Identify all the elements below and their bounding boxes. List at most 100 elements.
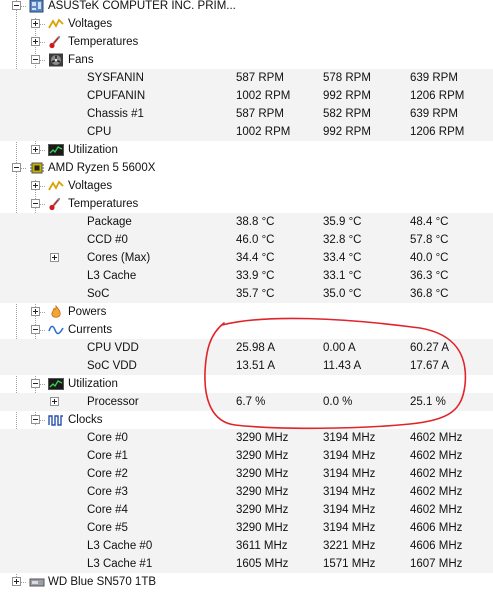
current-icon	[48, 323, 64, 337]
utilization-icon	[48, 377, 64, 391]
node-label: Utilization	[68, 378, 118, 390]
tree-node-amd-ryzen-5-5600x[interactable]: AMD Ryzen 5 5600X	[0, 159, 493, 177]
current-value: 25.98 A	[236, 342, 276, 354]
expand-icon[interactable]	[31, 307, 40, 316]
node-label: Powers	[68, 306, 107, 318]
max-value: 4606 MHz	[410, 522, 463, 534]
sensor-row-cpu[interactable]: CPU 1002 RPM 992 RPM 1206 RPM	[0, 123, 493, 141]
max-value: 639 RPM	[410, 72, 458, 84]
max-value: 25.1 %	[410, 396, 446, 408]
tree-node-temperatures[interactable]: Temperatures	[0, 33, 493, 51]
min-value: 578 RPM	[323, 72, 371, 84]
power-icon	[48, 304, 64, 319]
collapse-icon[interactable]	[31, 325, 40, 334]
tree-node-utilization[interactable]: Utilization	[0, 375, 493, 393]
current-value: 587 RPM	[236, 108, 284, 120]
tree-node-powers[interactable]: Powers	[0, 303, 493, 321]
collapse-icon[interactable]	[12, 1, 21, 10]
tree-node-fans[interactable]: Fans	[0, 51, 493, 69]
sensor-row-core-1[interactable]: Core #1 3290 MHz 3194 MHz 4602 MHz	[0, 447, 493, 465]
min-value: 3194 MHz	[323, 432, 376, 444]
max-value: 4602 MHz	[410, 468, 463, 480]
collapse-icon[interactable]	[31, 199, 40, 208]
utilization-icon	[48, 143, 64, 157]
sensor-row-core-5[interactable]: Core #5 3290 MHz 3194 MHz 4606 MHz	[0, 519, 493, 537]
collapse-icon[interactable]	[12, 163, 21, 172]
sensor-row-core-4[interactable]: Core #4 3290 MHz 3194 MHz 4602 MHz	[0, 501, 493, 519]
expand-icon[interactable]	[31, 181, 40, 190]
current-value: 35.7 °C	[236, 288, 275, 300]
max-value: 36.8 °C	[410, 288, 449, 300]
min-value: 3194 MHz	[323, 522, 376, 534]
sensor-row-processor[interactable]: Processor 6.7 % 0.0 % 25.1 %	[0, 393, 493, 411]
max-value: 4602 MHz	[410, 486, 463, 498]
tree-node-asustek-computer-inc-prim[interactable]: ASUSTeK COMPUTER INC. PRIM...	[0, 0, 493, 15]
max-value: 4602 MHz	[410, 450, 463, 462]
collapse-icon[interactable]	[31, 415, 40, 424]
node-label: Cores (Max)	[87, 252, 151, 264]
sensor-row-core-0[interactable]: Core #0 3290 MHz 3194 MHz 4602 MHz	[0, 429, 493, 447]
min-value: 3194 MHz	[323, 504, 376, 516]
clock-icon	[48, 413, 64, 427]
min-value: 3194 MHz	[323, 450, 376, 462]
current-value: 33.9 °C	[236, 270, 275, 282]
fan-icon	[48, 53, 64, 67]
sensor-row-l3-cache-0[interactable]: L3 Cache #0 3611 MHz 3221 MHz 4606 MHz	[0, 537, 493, 555]
sensor-row-l3-cache[interactable]: L3 Cache 33.9 °C 33.1 °C 36.3 °C	[0, 267, 493, 285]
sensor-row-ccd-0[interactable]: CCD #0 46.0 °C 32.8 °C 57.8 °C	[0, 231, 493, 249]
min-value: 32.8 °C	[323, 234, 362, 246]
node-label: Core #0	[87, 432, 128, 444]
node-label: L3 Cache #1	[87, 558, 153, 570]
node-label: Core #4	[87, 504, 128, 516]
current-value: 3290 MHz	[236, 522, 289, 534]
sensor-row-soc[interactable]: SoC 35.7 °C 35.0 °C 36.8 °C	[0, 285, 493, 303]
tree-node-clocks[interactable]: Clocks	[0, 411, 493, 429]
sensor-row-core-3[interactable]: Core #3 3290 MHz 3194 MHz 4602 MHz	[0, 483, 493, 501]
expand-icon[interactable]	[50, 253, 59, 262]
tree-node-utilization[interactable]: Utilization	[0, 141, 493, 159]
collapse-icon[interactable]	[31, 379, 40, 388]
node-label: Clocks	[68, 414, 103, 426]
current-value: 46.0 °C	[236, 234, 275, 246]
min-value: 992 RPM	[323, 90, 371, 102]
node-label: Fans	[68, 54, 94, 66]
expand-icon[interactable]	[31, 145, 40, 154]
collapse-icon[interactable]	[31, 55, 40, 64]
tree-node-temperatures[interactable]: Temperatures	[0, 195, 493, 213]
sensor-row-l3-cache-1[interactable]: L3 Cache #1 1605 MHz 1571 MHz 1607 MHz	[0, 555, 493, 573]
max-value: 4602 MHz	[410, 432, 463, 444]
tree-node-voltages[interactable]: Voltages	[0, 15, 493, 33]
max-value: 639 RPM	[410, 108, 458, 120]
sensor-row-chassis-1[interactable]: Chassis #1 587 RPM 582 RPM 639 RPM	[0, 105, 493, 123]
node-label: AMD Ryzen 5 5600X	[48, 162, 156, 174]
thermometer-icon	[48, 35, 64, 49]
max-value: 40.0 °C	[410, 252, 449, 264]
node-label: L3 Cache	[87, 270, 137, 282]
sensor-row-cores-max[interactable]: Cores (Max) 34.4 °C 33.4 °C 40.0 °C	[0, 249, 493, 267]
node-label: Voltages	[68, 18, 113, 30]
expand-icon[interactable]	[31, 37, 40, 46]
node-label: Core #3	[87, 486, 128, 498]
current-value: 1605 MHz	[236, 558, 289, 570]
sensor-row-soc-vdd[interactable]: SoC VDD 13.51 A 11.43 A 17.67 A	[0, 357, 493, 375]
node-label: ASUSTeK COMPUTER INC. PRIM...	[48, 0, 236, 12]
max-value: 36.3 °C	[410, 270, 449, 282]
max-value: 57.8 °C	[410, 234, 449, 246]
tree-node-wd-blue-sn570-1tb[interactable]: WD Blue SN570 1TB	[0, 573, 493, 591]
sensor-row-core-2[interactable]: Core #2 3290 MHz 3194 MHz 4602 MHz	[0, 465, 493, 483]
tree-node-voltages[interactable]: Voltages	[0, 177, 493, 195]
node-label: WD Blue SN570 1TB	[48, 576, 157, 588]
expand-icon[interactable]	[12, 577, 21, 586]
max-value: 1206 RPM	[410, 90, 465, 102]
tree-node-currents[interactable]: Currents	[0, 321, 493, 339]
sensor-row-cpufanin[interactable]: CPUFANIN 1002 RPM 992 RPM 1206 RPM	[0, 87, 493, 105]
sensor-row-sysfanin[interactable]: SYSFANIN 587 RPM 578 RPM 639 RPM	[0, 69, 493, 87]
expand-icon[interactable]	[50, 397, 59, 406]
node-label: Core #5	[87, 522, 128, 534]
node-label: Processor	[87, 396, 139, 408]
min-value: 3221 MHz	[323, 540, 376, 552]
sensor-row-cpu-vdd[interactable]: CPU VDD 25.98 A 0.00 A 60.27 A	[0, 339, 493, 357]
node-label: CCD #0	[87, 234, 128, 246]
sensor-row-package[interactable]: Package 38.8 °C 35.9 °C 48.4 °C	[0, 213, 493, 231]
expand-icon[interactable]	[31, 19, 40, 28]
